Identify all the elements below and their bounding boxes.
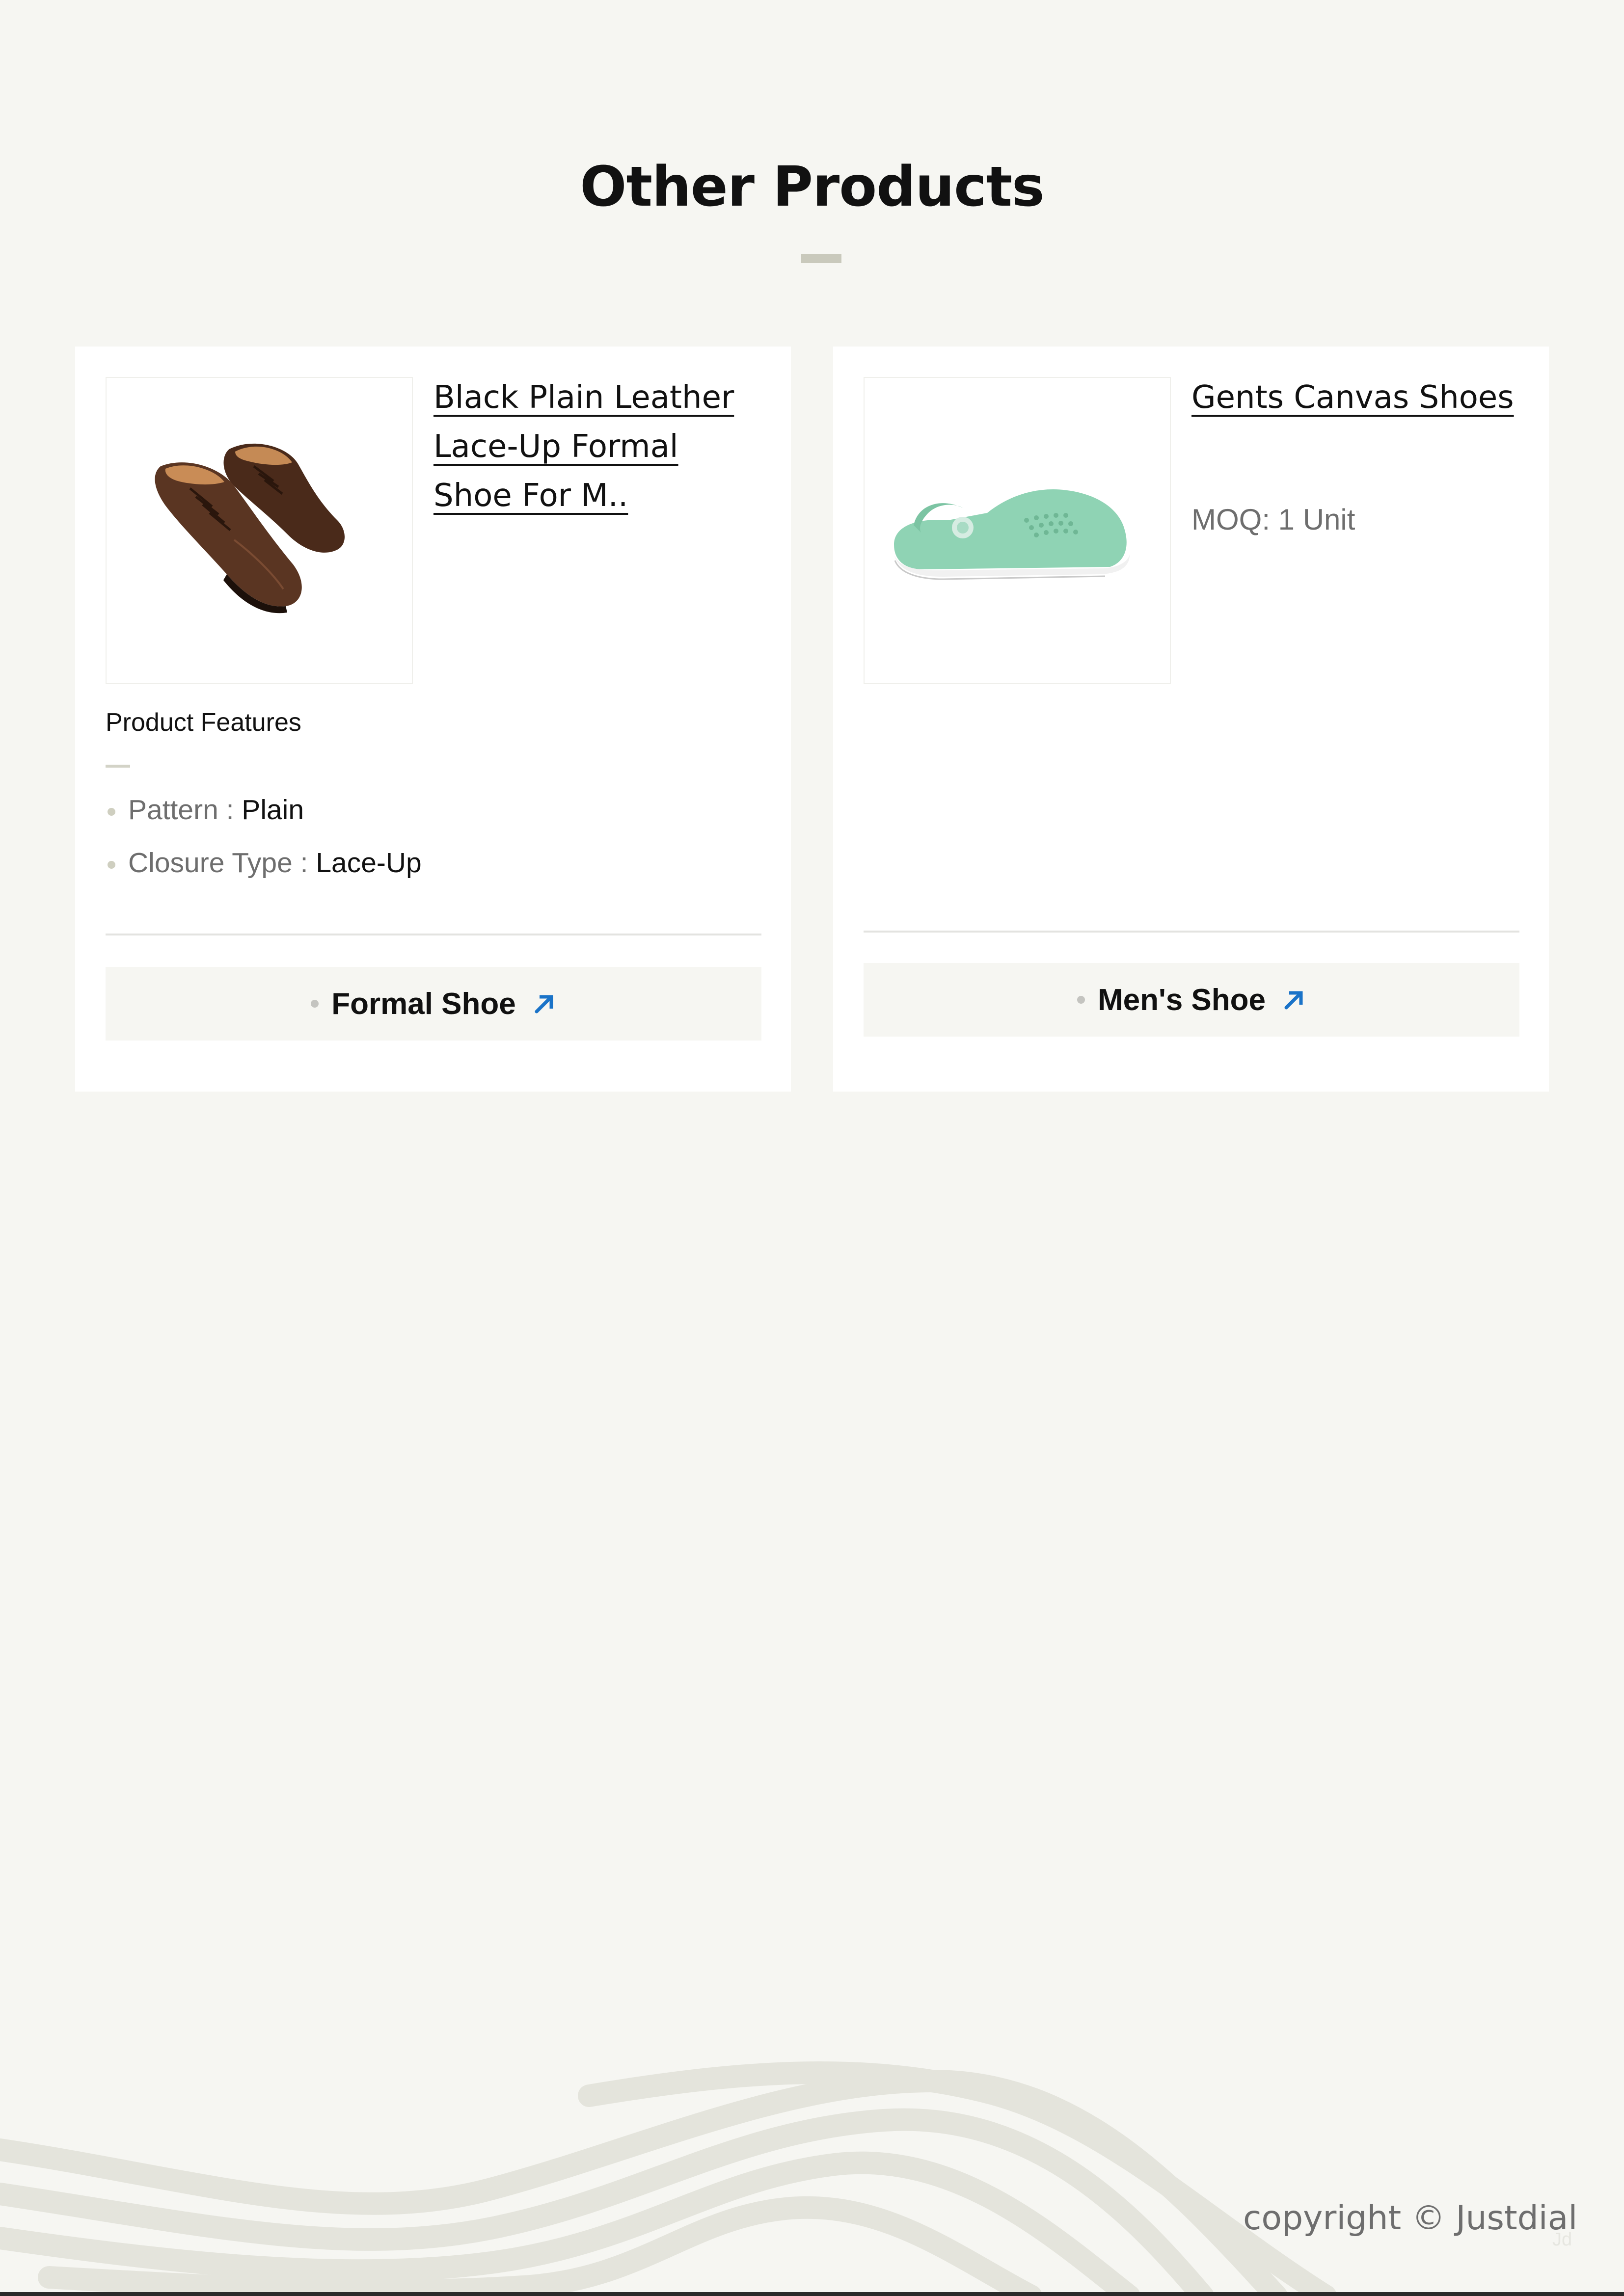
product-features-title: Product Features (106, 708, 301, 737)
product-image-2[interactable] (864, 377, 1171, 684)
page: Other Products Black Plain Leather Lace-… (0, 0, 1624, 2296)
category-label: Formal Shoe (331, 987, 516, 1021)
feature-item-pattern: Pattern : Plain (106, 790, 304, 829)
product-card-2: Gents Canvas Shoes MOQ: 1 Unit Men's Sho… (833, 347, 1549, 1092)
bottom-border (0, 2292, 1624, 2296)
bullet-icon (311, 1000, 319, 1008)
copyright-text: copyright © Justdial (1243, 2199, 1578, 2238)
footer-wave-decoration (0, 2061, 1337, 2296)
clog-shoe-image (894, 489, 1130, 580)
feature-key: Pattern : (128, 794, 242, 826)
bullet-icon (108, 807, 115, 816)
formal-shoe-image (155, 443, 345, 614)
feature-value: Lace-Up (316, 847, 422, 879)
justdial-watermark: Jd (1552, 2229, 1572, 2250)
product-card-1: Black Plain Leather Lace-Up Formal Shoe … (75, 347, 791, 1092)
bullet-icon (1077, 996, 1085, 1004)
card-divider (106, 934, 761, 935)
feature-item-closure-type: Closure Type : Lace-Up (106, 843, 422, 882)
feature-key: Closure Type : (128, 847, 316, 879)
title-underline (801, 254, 841, 263)
product-name-link-1[interactable]: Black Plain Leather Lace-Up Formal Shoe … (433, 373, 758, 520)
features-underline (106, 765, 130, 768)
arrow-up-right-icon (1284, 991, 1303, 1010)
arrow-up-right-icon (535, 995, 553, 1014)
moq-text: MOQ: 1 Unit (1191, 503, 1355, 536)
category-button-formal-shoe[interactable]: Formal Shoe (106, 967, 761, 1041)
category-label: Men's Shoe (1097, 983, 1266, 1017)
feature-value: Plain (242, 794, 304, 826)
category-button-mens-shoe[interactable]: Men's Shoe (864, 963, 1519, 1037)
product-name-link-2[interactable]: Gents Canvas Shoes (1191, 373, 1516, 422)
section-title: Other Products (580, 155, 1044, 219)
card-divider (864, 931, 1519, 933)
product-image-1[interactable] (106, 377, 413, 684)
bullet-icon (108, 860, 115, 869)
